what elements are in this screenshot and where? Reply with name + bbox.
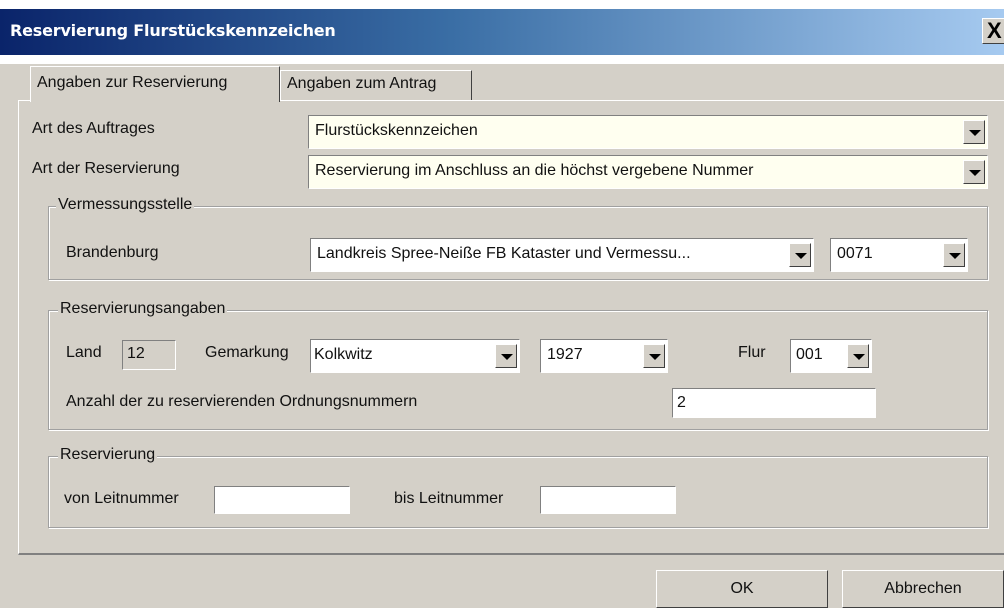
flur-label: Flur [738,344,766,361]
close-icon: X [987,18,1002,43]
chevron-down-icon[interactable] [963,120,985,144]
von-leitnummer-input[interactable] [214,486,350,514]
tab-label: Angaben zur Reservierung [37,74,228,91]
tab-angaben-zur-reservierung[interactable]: Angaben zur Reservierung [30,66,280,102]
gemarkung-label: Gemarkung [205,344,289,361]
gemarkung-select[interactable]: Kolkwitz [310,339,520,373]
von-leitnummer-label: von Leitnummer [64,490,179,507]
anzahl-label: Anzahl der zu reservierenden Ordnungsnum… [66,393,418,410]
land-field: 12 [122,340,176,370]
reservierung-legend: Reservierung [58,446,158,464]
flur-select[interactable]: 001 [790,339,872,373]
gemarkung-nr-value: 1927 [547,346,583,363]
stelle-code-value: 0071 [837,245,873,262]
bis-leitnummer-input[interactable] [540,486,676,514]
ok-button[interactable]: OK [656,570,828,608]
bis-leitnummer-label: bis Leitnummer [394,490,504,507]
reservierung-art-label: Art der Reservierung [32,160,180,177]
chevron-down-icon[interactable] [789,243,811,267]
vermessungsstelle-value: Landkreis Spree-Neiße FB Kataster und Ve… [317,245,691,262]
chevron-down-icon[interactable] [963,160,985,184]
land-value: 12 [127,345,145,362]
auftrag-label: Art des Auftrages [32,120,155,137]
reservierung-art-select[interactable]: Reservierung im Anschluss an die höchst … [308,155,988,189]
brandenburg-label: Brandenburg [66,244,159,261]
reservierungsangaben-legend: Reservierungsangaben [58,300,228,318]
close-button[interactable]: X [982,18,1004,44]
cancel-button[interactable]: Abbrechen [842,570,1004,608]
auftrag-value: Flurstückskennzeichen [315,122,478,139]
stelle-code-select[interactable]: 0071 [830,238,968,272]
anzahl-input[interactable]: 2 [672,388,876,418]
tab-angaben-zum-antrag[interactable]: Angaben zum Antrag [280,70,472,100]
chevron-down-icon[interactable] [643,344,665,368]
chevron-down-icon[interactable] [847,344,869,368]
window-title: Reservierung Flurstückskennzeichen [10,21,336,40]
vermessungsstelle-select[interactable]: Landkreis Spree-Neiße FB Kataster und Ve… [310,238,814,272]
vermessungsstelle-legend: Vermessungsstelle [56,196,195,214]
land-label: Land [66,344,102,361]
gemarkung-nr-select[interactable]: 1927 [540,339,668,373]
anzahl-value: 2 [677,394,686,411]
reservierung-group [48,456,988,528]
tab-label: Angaben zum Antrag [287,75,437,92]
chevron-down-icon[interactable] [943,243,965,267]
flur-value: 001 [796,346,823,363]
gemarkung-value: Kolkwitz [314,346,373,363]
auftrag-select[interactable]: Flurstückskennzeichen [308,115,988,149]
chevron-down-icon[interactable] [495,344,517,368]
reservierung-art-value: Reservierung im Anschluss an die höchst … [315,162,754,179]
